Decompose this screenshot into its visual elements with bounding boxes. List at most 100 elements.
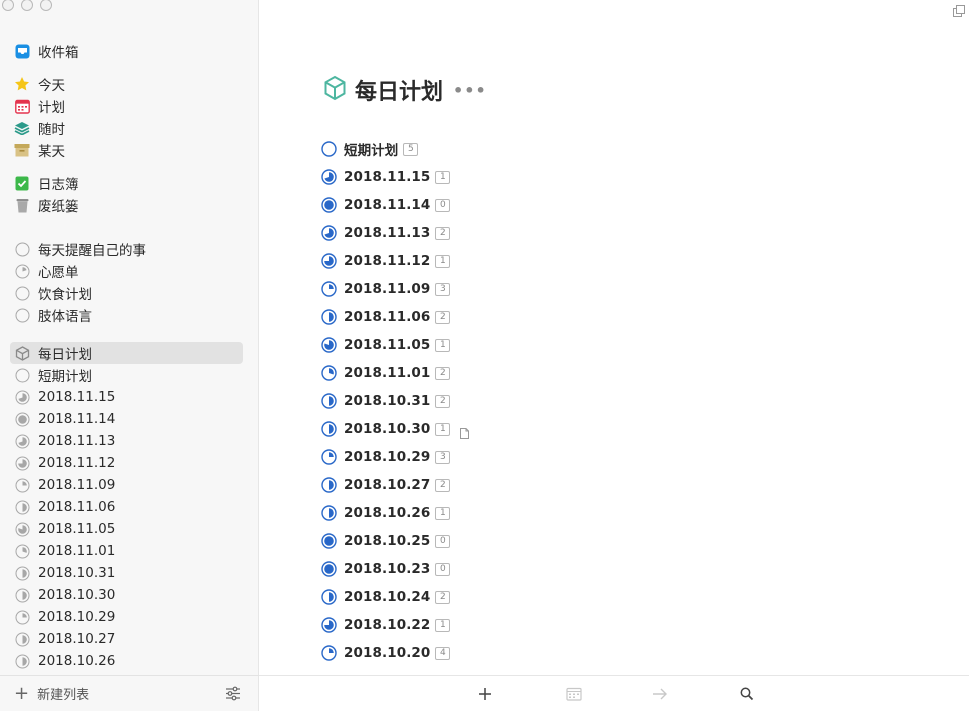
search-icon[interactable] (737, 684, 757, 704)
sidebar-area-item[interactable]: 2018.11.14 (10, 408, 243, 430)
progress-pie-icon (14, 263, 30, 279)
project-title: 2018.10.30 (344, 421, 431, 437)
progress-pie-icon[interactable] (321, 533, 337, 549)
project-row[interactable]: 2018.10.22 1 (321, 614, 451, 636)
project-title: 2018.11.13 (344, 225, 431, 241)
arrow-right-icon[interactable] (650, 684, 670, 704)
project-title: 2018.11.14 (344, 197, 431, 213)
progress-pie-icon[interactable] (321, 253, 337, 269)
close-window-button[interactable] (2, 0, 14, 11)
zoom-window-button[interactable] (40, 0, 52, 11)
sidebar-area-item[interactable]: 2018.11.06 (10, 496, 243, 518)
progress-pie-icon[interactable] (321, 225, 337, 241)
sidebar-item-anytime[interactable]: 随时 (10, 117, 243, 139)
sidebar-item-label: 废纸篓 (38, 199, 79, 215)
sidebar-project-item[interactable]: 肢体语言 (10, 304, 243, 326)
sidebar-item-label: 2018.10.29 (38, 609, 116, 625)
progress-pie-icon[interactable] (321, 505, 337, 521)
task-count-badge: 1 (435, 618, 451, 632)
project-row[interactable]: 短期计划 5 (321, 138, 419, 160)
sidebar-item-someday[interactable]: 某天 (10, 139, 243, 161)
sidebar-item-logbook[interactable]: 日志簿 (10, 172, 243, 194)
sidebar-item-label: 2018.11.05 (38, 521, 116, 537)
calendar-icon[interactable] (564, 684, 584, 704)
project-row[interactable]: 2018.10.31 2 (321, 390, 451, 412)
progress-pie-icon[interactable] (321, 309, 337, 325)
project-row[interactable]: 2018.10.26 1 (321, 502, 451, 524)
project-row[interactable]: 2018.11.14 0 (321, 194, 451, 216)
project-row[interactable]: 2018.11.15 1 (321, 166, 451, 188)
progress-pie-icon[interactable] (321, 589, 337, 605)
project-title: 2018.11.01 (344, 365, 431, 381)
project-row[interactable]: 2018.11.06 2 (321, 306, 451, 328)
area-cube-icon (323, 75, 347, 105)
sidebar-area-item[interactable]: 2018.11.13 (10, 430, 243, 452)
sidebar-item-label: 2018.11.12 (38, 455, 116, 471)
progress-pie-icon[interactable] (321, 477, 337, 493)
sidebar-item-upcoming[interactable]: 计划 (10, 95, 243, 117)
project-row[interactable]: 2018.11.05 1 (321, 334, 451, 356)
progress-pie-icon[interactable] (321, 449, 337, 465)
sidebar-area-daily-plan[interactable]: 每日计划 (10, 342, 243, 364)
settings-sliders-icon[interactable] (225, 686, 241, 705)
sidebar-area-item[interactable]: 2018.10.30 (10, 584, 243, 606)
progress-pie-icon[interactable] (321, 393, 337, 409)
sidebar-area-item[interactable]: 2018.11.12 (10, 452, 243, 474)
sidebar-project-item[interactable]: 每天提醒自己的事 (10, 238, 243, 260)
project-row[interactable]: 2018.10.24 2 (321, 586, 451, 608)
page-title[interactable]: 每日计划 (355, 74, 443, 106)
trash-icon (14, 197, 30, 213)
sidebar-item-label: 某天 (38, 144, 65, 160)
progress-pie-icon[interactable] (321, 365, 337, 381)
progress-pie-icon[interactable] (321, 617, 337, 633)
progress-pie-icon[interactable] (321, 169, 337, 185)
project-row[interactable]: 2018.10.20 4 (321, 642, 451, 664)
project-row[interactable]: 2018.10.29 3 (321, 446, 451, 468)
task-count-badge: 2 (435, 590, 451, 604)
sidebar-area-item[interactable]: 2018.11.15 (10, 386, 243, 408)
sidebar-item-label: 心愿单 (38, 265, 79, 281)
progress-pie-icon[interactable] (321, 141, 337, 157)
sidebar-item-inbox[interactable]: 收件箱 (10, 40, 243, 62)
progress-pie-icon[interactable] (321, 645, 337, 661)
project-row[interactable]: 2018.11.01 2 (321, 362, 451, 384)
progress-pie-icon[interactable] (321, 561, 337, 577)
sidebar-area-item[interactable]: 2018.11.09 (10, 474, 243, 496)
plus-icon[interactable] (475, 684, 495, 704)
project-row[interactable]: 2018.11.12 1 (321, 250, 451, 272)
project-title: 2018.11.05 (344, 337, 431, 353)
sidebar-area-item[interactable]: 2018.11.05 (10, 518, 243, 540)
sidebar-item-trash[interactable]: 废纸篓 (10, 194, 243, 216)
progress-pie-icon[interactable] (321, 197, 337, 213)
project-row[interactable]: 2018.10.23 0 (321, 558, 451, 580)
sidebar-area-item[interactable]: 2018.10.26 (10, 650, 243, 672)
sidebar-project-item[interactable]: 饮食计划 (10, 282, 243, 304)
sidebar-area-item[interactable]: 2018.10.27 (10, 628, 243, 650)
project-row[interactable]: 2018.11.09 3 (321, 278, 451, 300)
sidebar-item-label: 每天提醒自己的事 (38, 243, 146, 259)
sidebar-area-item[interactable]: 2018.11.01 (10, 540, 243, 562)
sidebar-area-item[interactable]: 2018.10.31 (10, 562, 243, 584)
project-row[interactable]: 2018.10.30 1 (321, 418, 470, 440)
sidebar-area-item[interactable]: 短期计划 (10, 364, 243, 386)
sidebar-area-item[interactable]: 2018.10.29 (10, 606, 243, 628)
sidebar-item-label: 随时 (38, 122, 65, 138)
project-title: 2018.10.31 (344, 393, 431, 409)
progress-pie-icon[interactable] (321, 421, 337, 437)
project-row[interactable]: 2018.10.27 2 (321, 474, 451, 496)
logbook-icon (14, 175, 30, 191)
sidebar: 收件箱 今天 计划 随时 某天 日志簿 废纸篓 每天提醒自己的事 心愿单 饮食计… (0, 0, 259, 711)
project-row[interactable]: 2018.11.13 2 (321, 222, 451, 244)
sidebar-project-item[interactable]: 心愿单 (10, 260, 243, 282)
new-window-icon[interactable] (953, 2, 965, 21)
sidebar-item-today[interactable]: 今天 (10, 73, 243, 95)
task-count-badge: 4 (435, 646, 451, 660)
progress-pie-icon[interactable] (321, 281, 337, 297)
inbox-icon (14, 43, 30, 59)
minimize-window-button[interactable] (21, 0, 33, 11)
sidebar-item-label: 2018.11.13 (38, 433, 116, 449)
more-options-button[interactable]: ••• (453, 81, 487, 100)
new-list-button[interactable]: 新建列表 (37, 684, 89, 703)
progress-pie-icon[interactable] (321, 337, 337, 353)
project-row[interactable]: 2018.10.25 0 (321, 530, 451, 552)
